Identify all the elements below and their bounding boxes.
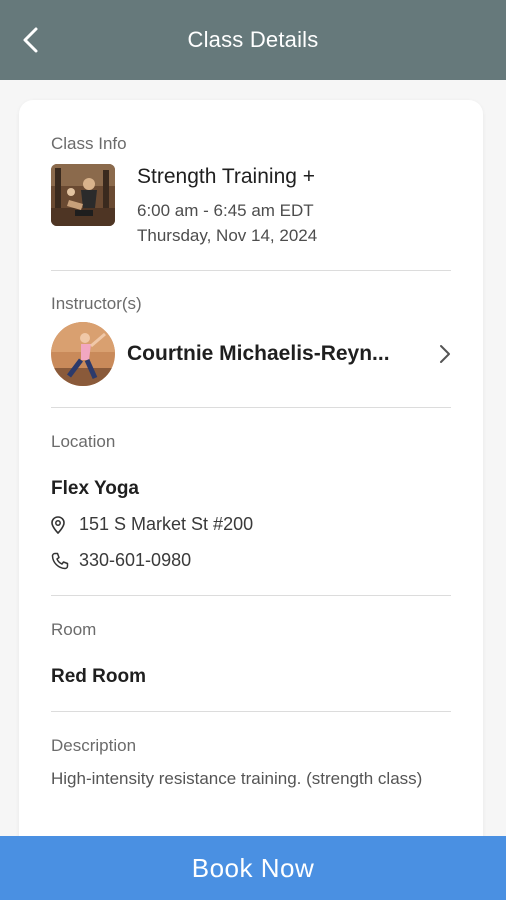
page-title: Class Details — [187, 27, 319, 52]
instructor-avatar — [51, 322, 115, 386]
phone-icon — [51, 552, 73, 570]
chevron-left-icon — [23, 27, 38, 53]
book-now-button[interactable]: Book Now — [0, 836, 506, 900]
app-header: Class Details — [0, 0, 506, 80]
back-button[interactable] — [14, 22, 46, 58]
divider — [51, 711, 451, 712]
class-time: 6:00 am - 6:45 am EDT — [137, 201, 314, 220]
divider — [51, 595, 451, 596]
phone-text: 330-601-0980 — [79, 550, 192, 570]
description-text: High-intensity resistance training. (str… — [51, 769, 423, 788]
divider — [51, 270, 451, 271]
instructor-name: Courtnie Michaelis-Reyn... — [127, 342, 390, 365]
location-phone[interactable]: 330-601-0980 — [51, 550, 191, 571]
class-details-card: Class Info Strength Training + 6:00 am -… — [19, 100, 483, 860]
class-date: Thursday, Nov 14, 2024 — [137, 226, 318, 245]
room-name: Red Room — [51, 666, 146, 687]
map-pin-icon — [51, 515, 73, 534]
instructor-row[interactable]: Courtnie Michaelis-Reyn... — [51, 322, 451, 386]
address-text: 151 S Market St #200 — [79, 514, 254, 534]
room-label: Room — [51, 620, 97, 639]
location-label: Location — [51, 432, 116, 451]
class-thumbnail — [51, 164, 115, 226]
divider — [51, 407, 451, 408]
class-info-label: Class Info — [51, 134, 127, 153]
description-label: Description — [51, 736, 137, 755]
location-name: Flex Yoga — [51, 478, 139, 499]
instructors-label: Instructor(s) — [51, 294, 142, 313]
chevron-right-icon — [431, 344, 451, 364]
location-address[interactable]: 151 S Market St #200 — [51, 514, 253, 535]
class-name: Strength Training + — [137, 165, 316, 188]
